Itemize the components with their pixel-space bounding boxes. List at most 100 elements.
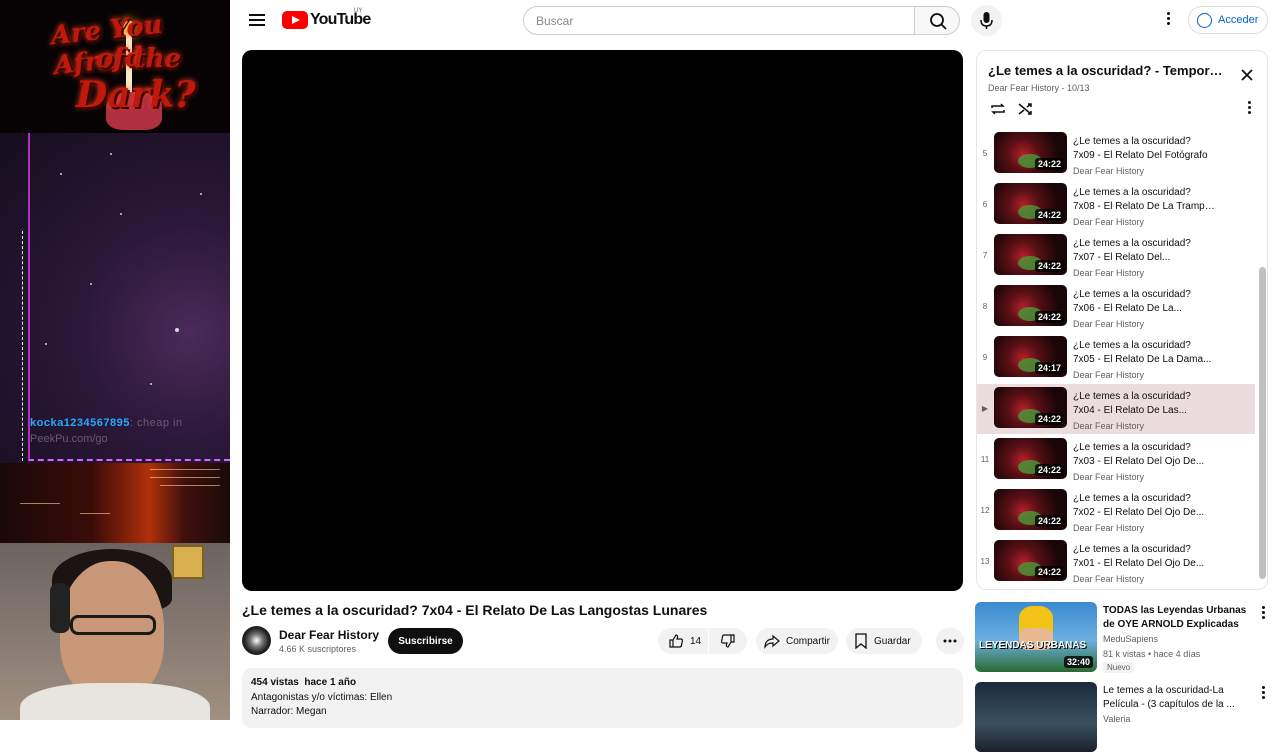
- hamburger-menu-icon[interactable]: [249, 12, 265, 28]
- settings-kebab-icon[interactable]: [1164, 12, 1172, 28]
- playlist-item-channel: Dear Fear History: [1073, 421, 1145, 431]
- more-actions-button[interactable]: [936, 628, 964, 654]
- description-line: Antagonistas y/o víctimas: Ellen: [251, 691, 393, 703]
- playlist-item-title-line2: 7x09 - El Relato Del Fotógrafo: [1073, 150, 1208, 161]
- share-button[interactable]: Compartir: [756, 628, 838, 654]
- recommendation-thumbnail[interactable]: [975, 682, 1097, 752]
- playlist-item-channel: Dear Fear History: [1073, 523, 1145, 533]
- playlist-item-index: 7: [982, 251, 988, 260]
- microphone-icon: [980, 12, 993, 29]
- search-placeholder: Buscar: [536, 13, 574, 28]
- recommendation-title-line1: TODAS las Leyendas Urbanas: [1103, 605, 1247, 616]
- playlist-item[interactable]: 11 24:22 ¿Le temes a la oscuridad? 7x03 - E…: [977, 435, 1255, 485]
- playlist-item-thumbnail[interactable]: 24:22: [994, 489, 1067, 530]
- playlist-item[interactable]: 12 24:22 ¿Le temes a la oscuridad? 7x02 - E…: [977, 486, 1255, 536]
- channel-name[interactable]: Dear Fear History: [279, 628, 379, 642]
- playlist-item-title-line1: ¿Le temes a la oscuridad?: [1073, 442, 1191, 453]
- playlist-item-thumbnail[interactable]: 24:22: [994, 132, 1067, 173]
- upload-age: hace 1 año: [304, 677, 357, 688]
- playlist-item-title-line2: 7x06 - El Relato De La...: [1073, 303, 1182, 314]
- chat-text: : cheap in: [129, 417, 183, 429]
- search-input[interactable]: Buscar: [523, 6, 915, 35]
- playlist-item-thumbnail[interactable]: 24:22: [994, 234, 1067, 275]
- subscriber-count: 4.66 K suscriptores: [279, 644, 357, 654]
- thumbnail-text: LEYENDAS URBANAS: [979, 640, 1087, 651]
- duration-badge: 24:17: [1034, 362, 1064, 374]
- space-background: kocka1234567895: cheap in PeekPu.com/go: [0, 133, 230, 463]
- shuffle-icon[interactable]: [1017, 101, 1035, 117]
- playlist-item-title-line1: ¿Le temes a la oscuridad?: [1073, 493, 1191, 504]
- recommendation-channel[interactable]: MeduSapiens: [1103, 634, 1158, 644]
- recommendation-menu-icon[interactable]: [1260, 686, 1266, 700]
- new-badge: Nuevo: [1103, 662, 1135, 673]
- playlist-item[interactable]: 7 24:22 ¿Le temes a la oscuridad? 7x07 - El…: [977, 231, 1255, 281]
- playlist-header: ¿Le temes a la oscuridad? - Temporada 7 …: [977, 51, 1267, 125]
- playlist-item-thumbnail[interactable]: 24:22: [994, 438, 1067, 479]
- duration-badge: 32:40: [1063, 656, 1093, 668]
- youtube-logo[interactable]: YouTube UY: [282, 8, 371, 29]
- chat-message: kocka1234567895: cheap in: [30, 417, 183, 429]
- webcam-feed: [0, 543, 230, 720]
- playlist-item[interactable]: 5 24:22 ¿Le temes a la oscuridad? 7x09 - El…: [977, 129, 1255, 179]
- headset: [50, 583, 70, 633]
- playlist-item[interactable]: 8 24:22 ¿Le temes a la oscuridad? 7x06 - El…: [977, 282, 1255, 332]
- playlist-panel: ¿Le temes a la oscuridad? - Temporada 7 …: [976, 50, 1268, 590]
- close-icon[interactable]: [1239, 67, 1255, 83]
- save-button[interactable]: Guardar: [846, 628, 922, 654]
- recommendation-channel[interactable]: Valeria: [1103, 714, 1130, 724]
- playlist-item-thumbnail[interactable]: 24:22: [994, 183, 1067, 224]
- dislike-button[interactable]: [709, 628, 747, 654]
- playlist-item-thumbnail[interactable]: 24:22: [994, 540, 1067, 581]
- playlist-item-title-line2: 7x08 - El Relato De La Trampa...: [1073, 201, 1215, 212]
- duration-badge: 24:22: [1034, 515, 1064, 527]
- sign-in-button[interactable]: Acceder: [1188, 6, 1268, 34]
- video-title: ¿Le temes a la oscuridad? 7x04 - El Rela…: [242, 602, 708, 618]
- playlist-item-title-line2: 7x03 - El Relato Del Ojo De...: [1073, 456, 1205, 467]
- recommendation-thumbnail[interactable]: LEYENDAS URBANAS 32:40: [975, 602, 1097, 672]
- playlist-item-channel: Dear Fear History: [1073, 268, 1145, 278]
- playlist-item-index: ▶: [981, 404, 989, 413]
- playlist-item-channel: Dear Fear History: [1073, 574, 1145, 584]
- playlist-item-title-line2: 7x02 - El Relato Del Ojo De...: [1073, 507, 1205, 518]
- duration-badge: 24:22: [1034, 260, 1064, 272]
- playlist-item-thumbnail[interactable]: 24:17: [994, 336, 1067, 377]
- more-horizontal-icon: [943, 639, 957, 643]
- playlist-scroll-thumb[interactable]: [1259, 267, 1266, 579]
- playlist-item-title-line1: ¿Le temes a la oscuridad?: [1073, 391, 1191, 402]
- subscribe-button[interactable]: Suscribirse: [388, 628, 463, 654]
- playlist-item-thumbnail[interactable]: 24:22: [994, 285, 1067, 326]
- playlist-menu-icon[interactable]: [1245, 101, 1253, 117]
- playlist-item-channel: Dear Fear History: [1073, 319, 1145, 329]
- search-button[interactable]: [914, 6, 960, 35]
- recommendation-title[interactable]: TODAS las Leyendas Urbanas de OYE ARNOLD…: [1103, 604, 1253, 632]
- video-description[interactable]: 454 vistas hace 1 año Antagonistas y/o v…: [242, 668, 963, 728]
- duration-badge: 24:22: [1034, 464, 1064, 476]
- recommendation-item[interactable]: Le temes a la oscuridad-La Película - (3…: [975, 682, 1275, 754]
- playlist-title[interactable]: ¿Le temes a la oscuridad? - Temporada 7: [988, 63, 1228, 78]
- show-logo: Are You Afraid of the Dark?: [0, 0, 230, 133]
- webcam-person-body: [20, 683, 210, 720]
- thumbs-up-icon: [669, 634, 684, 648]
- channel-avatar[interactable]: [242, 626, 271, 655]
- save-label: Guardar: [874, 635, 911, 647]
- playlist-item-title-line1: ¿Le temes a la oscuridad?: [1073, 136, 1191, 147]
- recommendation-menu-icon[interactable]: [1260, 606, 1266, 620]
- playlist-item[interactable]: 6 24:22 ¿Le temes a la oscuridad? 7x08 - El…: [977, 180, 1255, 230]
- recommendation-item[interactable]: LEYENDAS URBANAS 32:40 TODAS las Leyenda…: [975, 602, 1275, 674]
- recommendation-meta: 81 k vistas • hace 4 días: [1103, 649, 1201, 659]
- like-button[interactable]: 14: [658, 628, 708, 654]
- voice-search-button[interactable]: [971, 5, 1002, 36]
- video-player[interactable]: [242, 50, 963, 591]
- recommendation-title[interactable]: Le temes a la oscuridad-La Película - (3…: [1103, 684, 1253, 712]
- chat-frame: [28, 133, 230, 461]
- loop-icon[interactable]: [989, 101, 1007, 117]
- playlist-item[interactable]: 9 24:17 ¿Le temes a la oscuridad? 7x05 - El…: [977, 333, 1255, 383]
- recommendation-title-line2: Película - (3 capítulos de la ...: [1103, 699, 1235, 710]
- duration-badge: 24:22: [1034, 413, 1064, 425]
- channel-row: Dear Fear History 4.66 K suscriptores Su…: [242, 626, 964, 658]
- playlist-item-thumbnail[interactable]: 24:22: [994, 387, 1067, 428]
- playlist-item[interactable]: 13 24:22 ¿Le temes a la oscuridad? 7x01 - E…: [977, 537, 1255, 587]
- share-arrow-icon: [764, 634, 780, 649]
- playlist-item[interactable]: ▶ 24:22 ¿Le temes a la oscuridad? 7x04 - El…: [977, 384, 1255, 434]
- duration-badge: 24:22: [1034, 209, 1064, 221]
